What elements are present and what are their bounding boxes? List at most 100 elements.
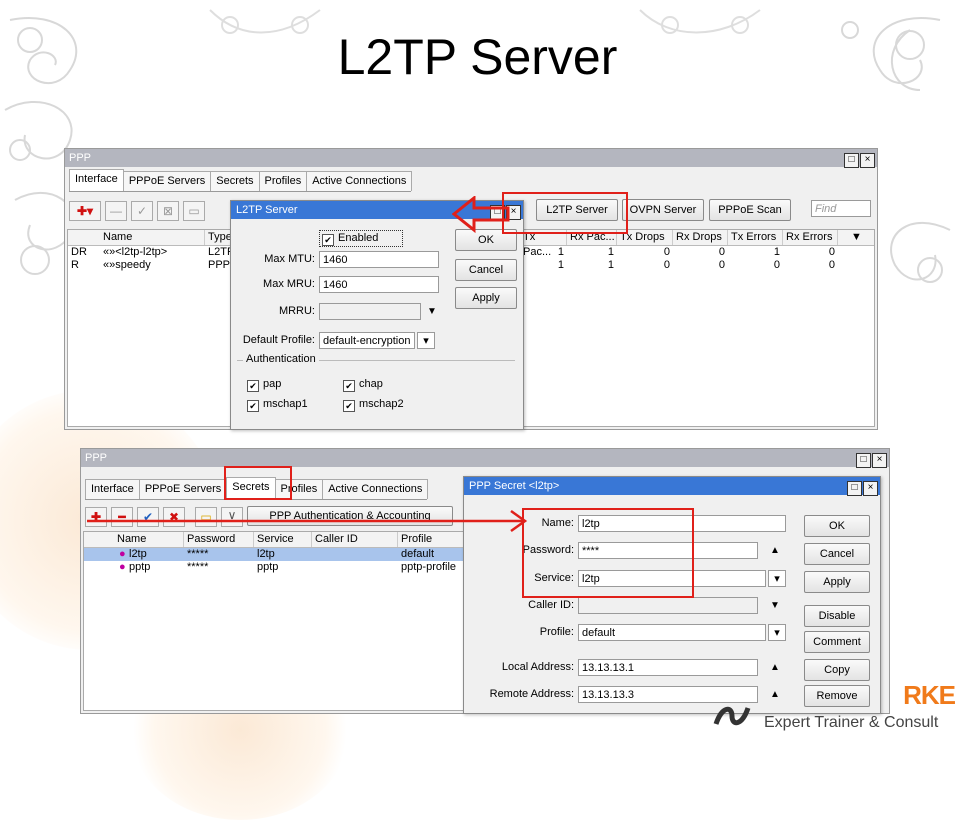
tab-bar: Interface PPPoE Servers Secrets Profiles Act…: [69, 169, 413, 192]
caller-id-input[interactable]: [578, 597, 758, 614]
max-mtu-input[interactable]: 1460: [319, 251, 439, 268]
close-icon[interactable]: ×: [863, 481, 878, 496]
ovpn-server-button[interactable]: OVPN Server: [622, 199, 704, 221]
row-caller-id: [312, 548, 315, 561]
row-tx-drops: 0: [663, 246, 670, 258]
window-title: PPP: [69, 152, 92, 164]
apply-button[interactable]: Apply: [455, 287, 517, 309]
max-mru-input[interactable]: 1460: [319, 276, 439, 293]
columns-dropdown-icon[interactable]: ▼: [838, 230, 872, 245]
col-caller-id[interactable]: Caller ID: [312, 532, 398, 547]
mrru-label: MRRU:: [278, 305, 315, 317]
table-row[interactable]: ● l2tp ***** l2tp default: [84, 548, 464, 561]
caller-id-dropdown-icon[interactable]: ▼: [770, 600, 780, 611]
tab-active-connections[interactable]: Active Connections: [322, 479, 429, 499]
window-titlebar: PPP □ ×: [65, 149, 877, 168]
authentication-label: Authentication: [243, 353, 319, 365]
cancel-button[interactable]: Cancel: [455, 259, 517, 281]
close-icon[interactable]: ×: [860, 153, 875, 168]
find-input[interactable]: Find: [811, 200, 871, 217]
row-flag: R: [71, 259, 79, 271]
mschap2-label: mschap2: [359, 398, 404, 410]
row-name: l2tp: [129, 548, 147, 560]
restore-icon[interactable]: □: [856, 453, 871, 468]
chap-checkbox[interactable]: ✔ chap: [343, 377, 383, 392]
col-rx-errors[interactable]: Rx Errors: [783, 230, 838, 245]
profile-label: Profile:: [539, 626, 574, 638]
local-address-toggle-icon[interactable]: ▲: [770, 662, 780, 673]
copy-button[interactable]: Copy: [804, 659, 870, 681]
dialog-titlebar: PPP Secret <l2tp> □ ×: [464, 477, 880, 496]
row-rx-drops: 0: [718, 259, 725, 271]
annotation-highlight-l2tp-server: [502, 192, 628, 234]
row-tx-pac: 1: [557, 246, 564, 258]
default-profile-dropdown-icon[interactable]: ▾: [417, 332, 435, 349]
tab-interface[interactable]: Interface: [69, 169, 124, 191]
tab-pppoe-servers[interactable]: PPPoE Servers: [138, 479, 228, 499]
tab-secrets[interactable]: Secrets: [210, 171, 260, 191]
tab-interface[interactable]: Interface: [85, 479, 140, 499]
cancel-button[interactable]: Cancel: [804, 543, 870, 565]
default-profile-select[interactable]: default-encryption: [319, 332, 415, 349]
restore-icon[interactable]: □: [844, 153, 859, 168]
col-service[interactable]: Service: [254, 532, 312, 547]
table-header: Name Password Service Caller ID Profile: [84, 532, 464, 548]
row-service: pptp: [257, 561, 279, 573]
table-row[interactable]: ● pptp ***** pptp pptp-profile: [84, 561, 464, 574]
restore-icon[interactable]: □: [847, 481, 862, 496]
check-icon: ✔: [247, 400, 259, 412]
row-profile: pptp-profile: [401, 561, 457, 573]
mrru-dropdown-icon[interactable]: ▼: [427, 306, 437, 317]
add-icon[interactable]: ✚▾: [69, 201, 101, 221]
close-icon[interactable]: ×: [872, 453, 887, 468]
col-name[interactable]: Name: [114, 532, 184, 547]
row-caller-id: [312, 561, 315, 574]
col-name[interactable]: Name: [100, 230, 205, 245]
mschap1-label: mschap1: [263, 398, 308, 410]
profile-dropdown-icon[interactable]: ▾: [768, 624, 786, 641]
caller-id-label: Caller ID:: [528, 599, 574, 611]
service-dropdown-icon[interactable]: ▾: [768, 570, 786, 587]
pap-label: pap: [263, 378, 282, 390]
enable-icon[interactable]: ✓: [131, 201, 153, 221]
tab-active-connections[interactable]: Active Connections: [306, 171, 413, 191]
tab-profiles[interactable]: Profiles: [258, 171, 308, 191]
max-mtu-label: Max MTU:: [264, 253, 315, 265]
check-icon: ✔: [343, 380, 355, 392]
pap-checkbox[interactable]: ✔ pap: [247, 377, 281, 392]
dialog-title: PPP Secret <l2tp>: [469, 480, 560, 492]
row-name: pptp: [129, 561, 151, 573]
find-placeholder: Find: [815, 203, 837, 215]
row-profile: default: [401, 548, 435, 560]
mschap2-checkbox[interactable]: ✔ mschap2: [343, 397, 404, 412]
profile-select[interactable]: default: [578, 624, 766, 641]
apply-button[interactable]: Apply: [804, 571, 870, 593]
tagline: Expert Trainer & Consult: [764, 714, 939, 731]
col-profile[interactable]: Profile: [398, 532, 464, 547]
comment-icon[interactable]: ▭: [183, 201, 205, 221]
col-tx-errors[interactable]: Tx Errors: [728, 230, 783, 245]
comment-button[interactable]: Comment: [804, 631, 870, 653]
check-icon: ✔: [322, 234, 334, 246]
tab-pppoe-servers[interactable]: PPPoE Servers: [122, 171, 212, 191]
password-toggle-icon[interactable]: ▲: [770, 545, 780, 556]
window-titlebar: PPP □ ×: [81, 449, 889, 468]
logo-mark-icon: [713, 706, 751, 726]
disable-button[interactable]: Disable: [804, 605, 870, 627]
annotation-connector-arrow-icon: [87, 509, 528, 533]
disable-icon[interactable]: ⊠: [157, 201, 179, 221]
slide-title: L2TP Server: [337, 29, 618, 85]
col-rx-drops[interactable]: Rx Drops: [673, 230, 728, 245]
local-address-input[interactable]: 13.13.13.1: [578, 659, 758, 676]
row-tx-pac: 1: [557, 259, 564, 271]
enabled-checkbox[interactable]: ✔ Enabled: [319, 230, 404, 247]
mschap1-checkbox[interactable]: ✔ mschap1: [247, 397, 308, 412]
company-logo: RKE Expert Trainer & Consult: [706, 680, 955, 734]
row-rx-pac: 1: [607, 259, 614, 271]
col-password[interactable]: Password: [184, 532, 254, 547]
max-mru-label: Max MRU:: [263, 278, 315, 290]
mrru-input[interactable]: [319, 303, 421, 320]
pppoe-scan-button[interactable]: PPPoE Scan: [709, 199, 791, 221]
ok-button[interactable]: OK: [804, 515, 870, 537]
remove-icon[interactable]: —: [105, 201, 127, 221]
